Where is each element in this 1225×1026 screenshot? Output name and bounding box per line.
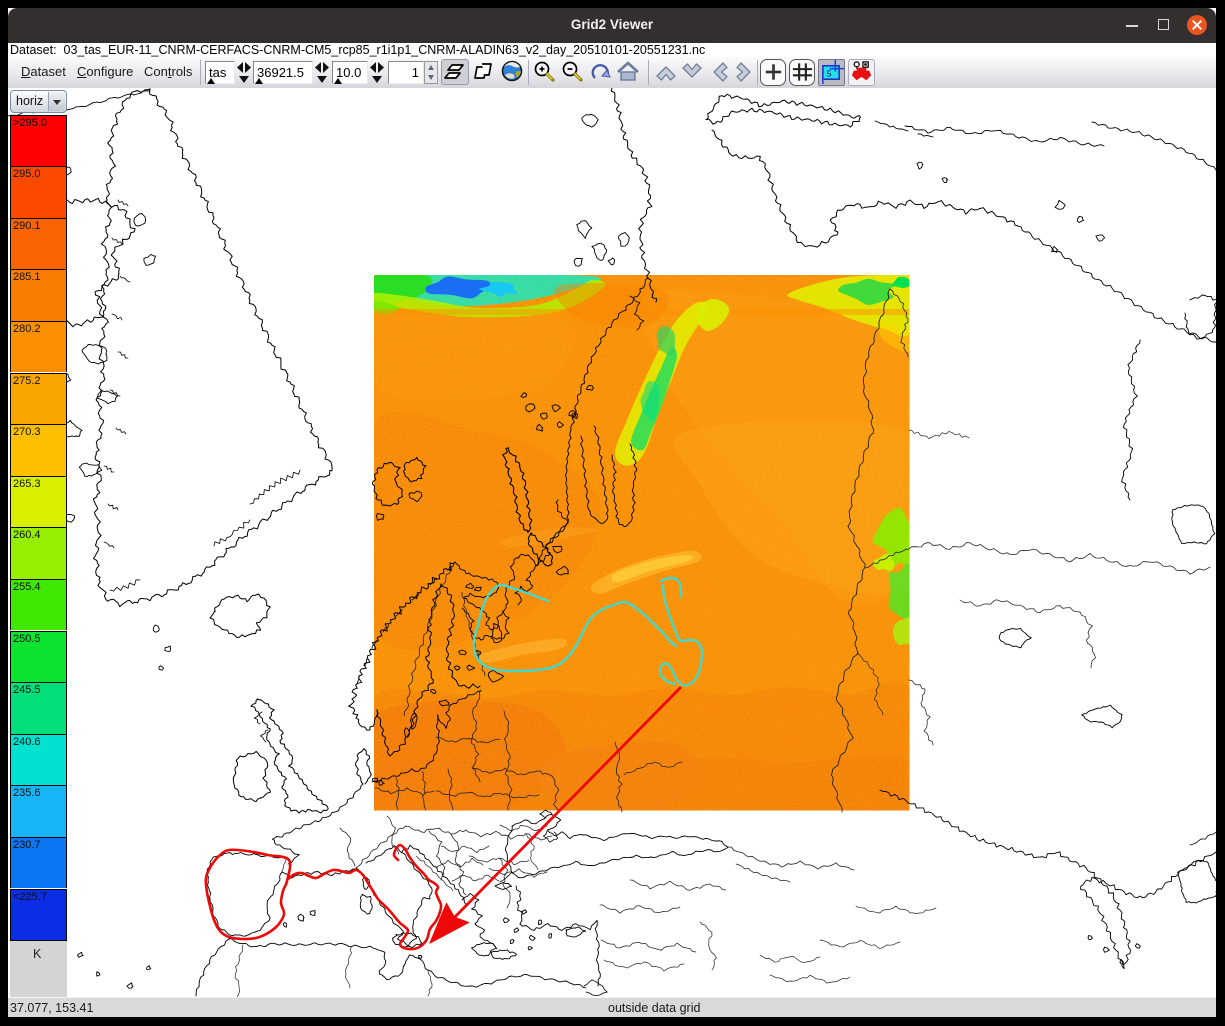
svg-text:5: 5 <box>827 68 832 78</box>
